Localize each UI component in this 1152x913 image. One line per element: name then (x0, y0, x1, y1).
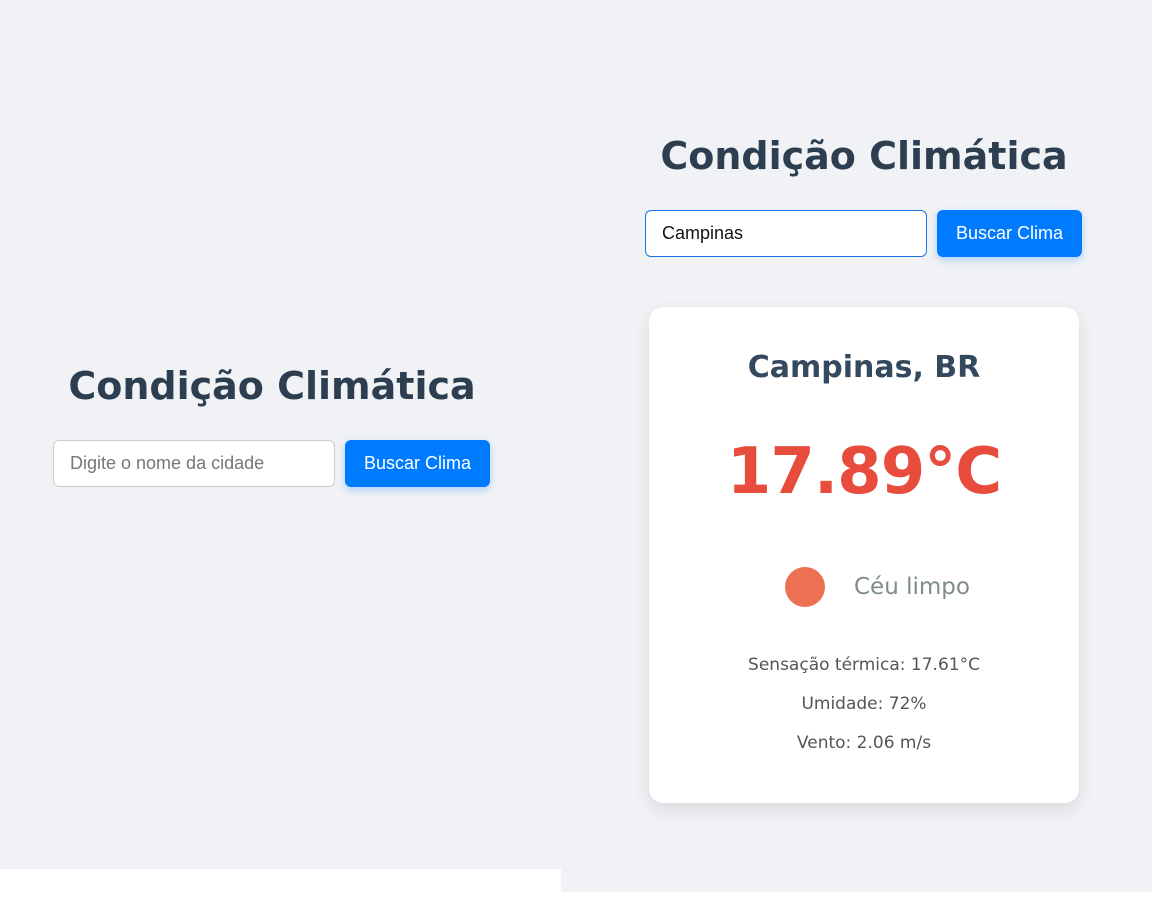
feels-like-text: Sensação térmica: 17.61°C (748, 655, 980, 675)
left-panel: Condição Climática Buscar Clima (0, 0, 561, 869)
temperature-value: 17.89°C (726, 435, 1002, 509)
humidity-text: Umidade: 72% (801, 694, 927, 714)
search-weather-button[interactable]: Buscar Clima (345, 440, 490, 487)
page-title: Condição Climática (660, 134, 1068, 178)
sun-icon (785, 567, 825, 607)
weather-condition: Céu limpo (649, 566, 1079, 608)
city-search-input[interactable] (53, 440, 335, 487)
wind-text: Vento: 2.06 m/s (796, 733, 932, 753)
search-weather-button[interactable]: Buscar Clima (937, 210, 1082, 257)
city-name: Campinas, BR (747, 350, 981, 385)
condition-description: Céu limpo (854, 574, 970, 600)
weather-result-card: Campinas, BR 17.89°C Céu limpo Sensação … (649, 307, 1079, 803)
page-title: Condição Climática (68, 364, 476, 408)
city-search-input[interactable] (645, 210, 927, 257)
